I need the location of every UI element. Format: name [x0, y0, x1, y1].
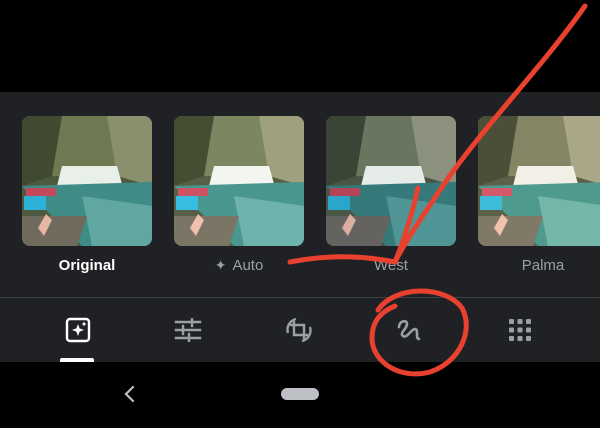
adjust-tool-button[interactable]	[168, 310, 208, 350]
top-black-area	[0, 0, 600, 92]
photo-auto	[174, 116, 304, 246]
toolbar-divider	[0, 297, 600, 298]
more-tools-button[interactable]	[500, 310, 540, 350]
markup-tool-button[interactable]	[389, 310, 429, 350]
filter-label-original: Original	[58, 257, 116, 274]
editor-panel: Original ✦ Auto West Palma	[0, 92, 600, 362]
sparkle-icon: ✦	[214, 257, 227, 273]
back-chevron-icon	[124, 385, 135, 403]
crop-rotate-icon	[286, 317, 312, 343]
back-button[interactable]	[118, 382, 142, 406]
filter-label-west: West	[374, 257, 408, 274]
crop-rotate-tool-button[interactable]	[279, 310, 319, 350]
filter-thumb-west[interactable]	[326, 116, 456, 246]
filter-thumb-auto[interactable]	[174, 116, 304, 246]
filters-icon	[65, 317, 91, 343]
adjust-icon	[174, 318, 202, 342]
markup-icon	[397, 319, 421, 341]
filter-label-auto: ✦ Auto	[164, 257, 314, 274]
more-tools-icon	[509, 319, 531, 341]
filter-label-auto-text: Auto	[232, 257, 264, 274]
system-nav-bar	[0, 362, 600, 428]
photo-original	[22, 116, 152, 246]
filters-tool-button[interactable]	[58, 310, 98, 350]
filter-thumb-original[interactable]	[22, 116, 152, 246]
home-pill-button[interactable]	[281, 388, 319, 400]
filter-thumb-palma[interactable]	[478, 116, 600, 246]
photo-west	[326, 116, 456, 246]
photo-palma	[478, 116, 600, 246]
filter-label-palma: Palma	[521, 257, 565, 274]
